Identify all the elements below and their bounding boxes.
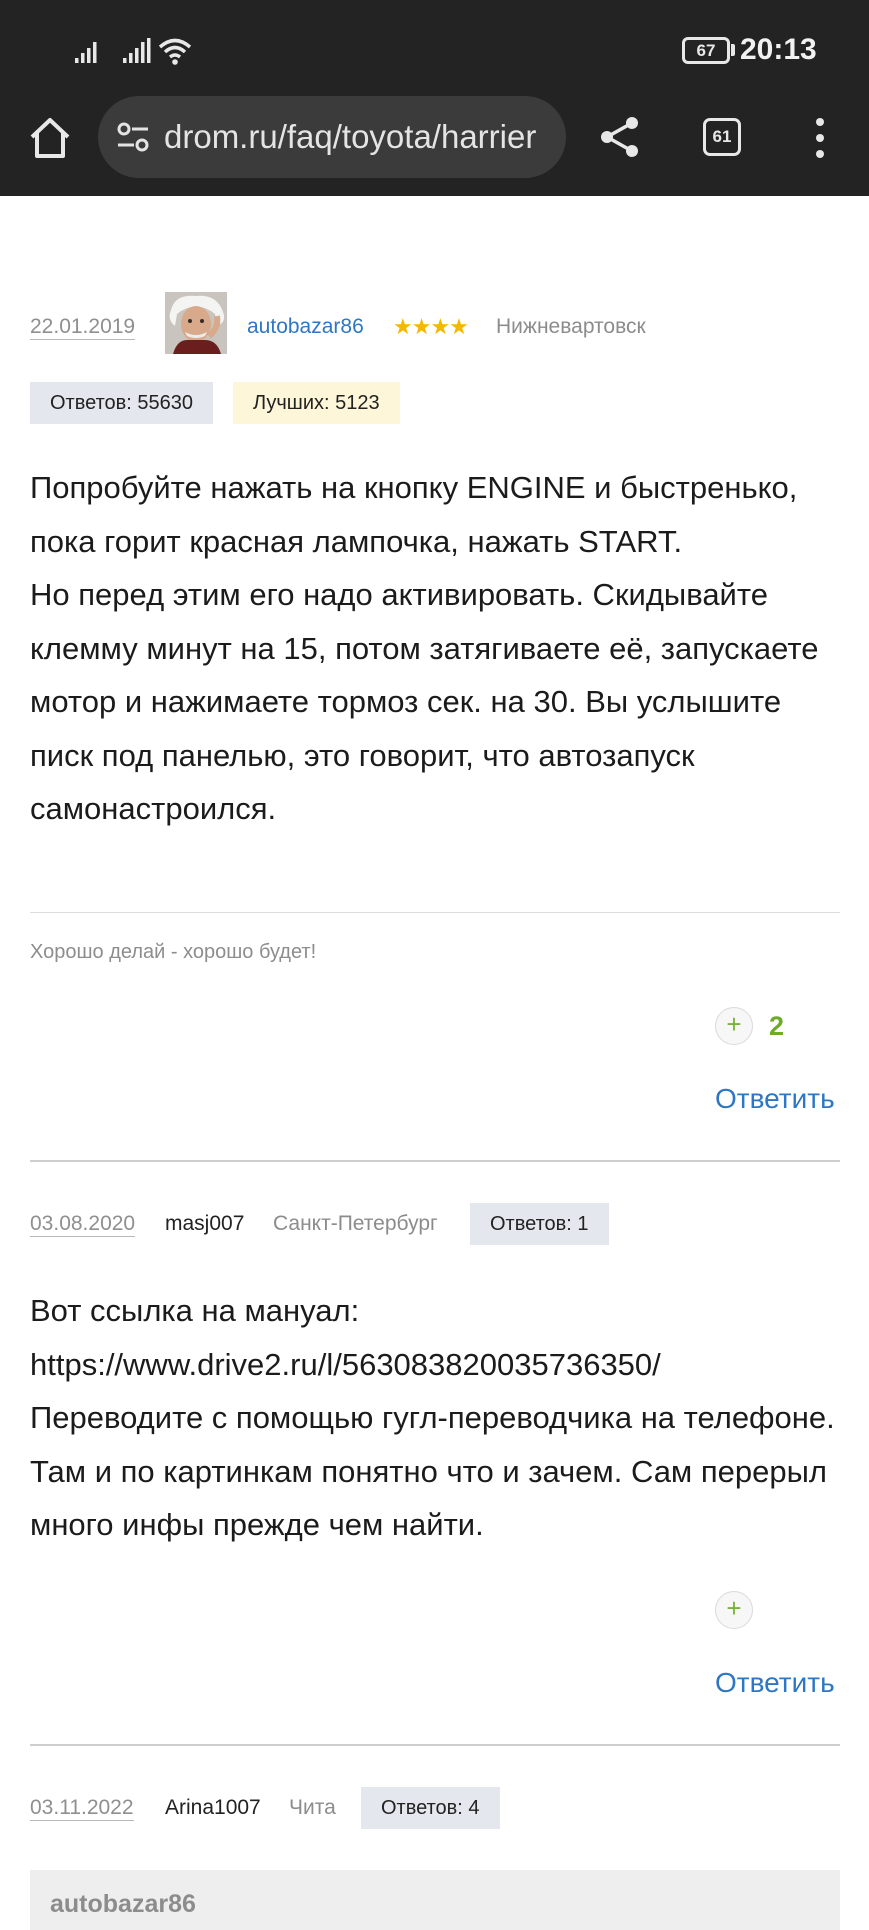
reply-link[interactable]: Ответить <box>715 1082 835 1116</box>
status-bar: 67 20:13 <box>0 0 869 98</box>
answer-text: Вот ссылка на мануал: https://www.drive2… <box>30 1284 850 1552</box>
vote-count: 2 <box>769 1011 785 1041</box>
upvote-button[interactable]: + <box>715 1007 753 1045</box>
browser-toolbar: drom.ru/faq/toyota/harrier 61 <box>0 96 869 196</box>
tabs-button[interactable]: 61 <box>703 118 741 156</box>
share-icon[interactable] <box>598 115 642 159</box>
user-name[interactable]: masj007 <box>165 1212 244 1236</box>
clock: 20:13 <box>740 33 817 66</box>
manual-link[interactable]: https://www.drive2.ru/l/5630838200357363… <box>30 1338 850 1392</box>
page-content: 22.01.2019 autobazar86 ★★★★ Нижневартовс… <box>0 196 869 1930</box>
best-answers-badge: Лучших: 5123 <box>233 382 400 424</box>
battery-level: 67 <box>696 41 716 60</box>
answer-divider <box>30 1160 840 1162</box>
answer-date[interactable]: 22.01.2019 <box>30 315 136 340</box>
upvote-button[interactable]: + <box>715 1591 753 1629</box>
battery-icon: 67 <box>682 37 730 64</box>
quote-block: autobazar86 <box>30 1870 840 1930</box>
user-signature: Хорошо делай - хорошо будет! <box>30 941 317 963</box>
more-menu-icon[interactable] <box>810 116 830 160</box>
user-city: Санкт-Петербург <box>273 1212 438 1235</box>
answer-paragraph: Вот ссылка на мануал: <box>30 1293 360 1328</box>
battery-tip <box>731 44 735 56</box>
address-bar[interactable]: drom.ru/faq/toyota/harrier <box>98 96 566 178</box>
answer-divider <box>30 1744 840 1746</box>
user-avatar[interactable] <box>165 292 227 354</box>
answer-date[interactable]: 03.11.2022 <box>30 1796 134 1821</box>
answer-text: Попробуйте нажать на кнопку ENGINE и быс… <box>30 461 850 836</box>
site-settings-icon[interactable] <box>116 121 150 153</box>
answers-count-badge: Ответов: 1 <box>470 1203 609 1245</box>
url-text[interactable]: drom.ru/faq/toyota/harrier <box>164 96 554 178</box>
signature-divider <box>30 912 840 913</box>
wifi-icon <box>158 38 192 65</box>
rating-stars: ★★★★ <box>393 314 469 339</box>
user-name[interactable]: Arina1007 <box>165 1796 261 1820</box>
signal-icon-2 <box>123 38 151 63</box>
answers-count-badge: Ответов: 4 <box>361 1787 500 1829</box>
answer-date[interactable]: 03.08.2020 <box>30 1212 136 1237</box>
signal-icon <box>75 42 97 63</box>
answer-paragraph: Но перед этим его надо активировать. Ски… <box>30 577 819 826</box>
reply-link[interactable]: Ответить <box>715 1666 835 1700</box>
answers-count-badge: Ответов: 55630 <box>30 382 213 424</box>
user-city: Нижневартовск <box>496 315 646 338</box>
quoted-user[interactable]: autobazar86 <box>50 1888 196 1920</box>
user-link[interactable]: autobazar86 <box>247 315 364 339</box>
answer-paragraph: Попробуйте нажать на кнопку ENGINE и быс… <box>30 470 798 559</box>
answer-paragraph: Переводите с помощью гугл-переводчика на… <box>30 1400 835 1542</box>
user-city: Чита <box>289 1796 336 1819</box>
browser-chrome: 67 20:13 drom.ru/faq/toyota/harrier 61 <box>0 0 869 196</box>
home-icon[interactable] <box>26 114 74 162</box>
